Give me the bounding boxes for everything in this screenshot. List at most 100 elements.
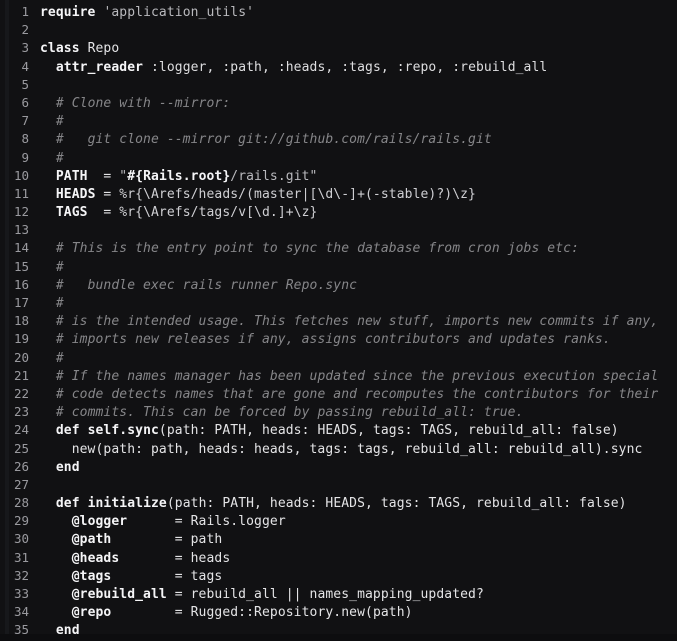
line-number: 15 xyxy=(13,258,29,274)
code-token-comment: # xyxy=(55,114,64,130)
code-token-plain: = Rugged::Repository.new(path) xyxy=(111,605,413,621)
line-number: 20 xyxy=(13,349,29,365)
code-line[interactable]: 32 @tags = tags xyxy=(0,567,677,585)
code-token-plain: Repo xyxy=(79,41,120,57)
code-line[interactable]: 5 xyxy=(0,76,677,94)
line-content: def initialize(path: PATH, heads: HEADS,… xyxy=(40,495,677,513)
line-number: 9 xyxy=(21,149,29,165)
code-token-comment: # code detects names that are gone and r… xyxy=(55,386,659,402)
line-content: # xyxy=(40,150,677,168)
code-line[interactable]: 23 # commits. This can be forced by pass… xyxy=(0,403,677,421)
code-line[interactable]: 24 def self.sync(path: PATH, heads: HEAD… xyxy=(0,421,677,439)
code-token-ivar: @tags xyxy=(71,568,112,584)
line-number: 32 xyxy=(13,567,29,583)
line-number: 33 xyxy=(13,586,29,601)
line-content: end xyxy=(40,459,677,477)
line-number: 34 xyxy=(13,604,29,620)
code-line[interactable]: 19 # imports new releases if any, assign… xyxy=(0,330,677,348)
code-line[interactable]: 25 new(path: path, heads: heads, tags: t… xyxy=(0,440,677,458)
code-token-comment: # This is the entry point to sync the da… xyxy=(55,241,580,257)
code-line[interactable]: 30 @path = path xyxy=(0,530,677,548)
line-number: 12 xyxy=(13,204,29,220)
code-token-comment: # git clone --mirror git://github.com/ra… xyxy=(55,132,492,148)
code-token-kw: def xyxy=(55,423,80,439)
code-line[interactable]: 4 attr_reader :logger, :path, :heads, :t… xyxy=(0,58,677,76)
code-line[interactable]: 17 # xyxy=(0,294,677,312)
line-number: 30 xyxy=(13,531,29,547)
code-token-kw: class xyxy=(40,41,80,57)
code-token-str: 'application_utils' xyxy=(103,5,255,20)
code-line[interactable]: 22 # code detects names that are gone an… xyxy=(0,385,677,403)
line-number: 18 xyxy=(13,313,29,329)
code-line[interactable]: 26 end xyxy=(0,458,677,476)
line-content: PATH = "#{Rails.root}/rails.git" xyxy=(40,168,677,186)
line-number: 27 xyxy=(13,476,29,492)
code-line[interactable]: 21 # If the names manager has been updat… xyxy=(0,367,677,385)
code-line[interactable]: 3 class Repo xyxy=(0,39,677,57)
code-line[interactable]: 12 TAGS = %r{\Arefs/tags/v[\d.]+\z} xyxy=(0,203,677,221)
code-token-kw: initialize xyxy=(87,496,167,512)
code-line[interactable]: 18 # is the intended usage. This fetches… xyxy=(0,312,677,330)
line-content: # Clone with --mirror: xyxy=(40,95,677,113)
line-content: # commits. This can be forced by passing… xyxy=(40,404,677,422)
code-line[interactable]: 13 xyxy=(0,221,677,239)
code-token-kw: end xyxy=(55,459,80,475)
code-line[interactable]: 2 xyxy=(0,21,677,39)
code-line[interactable]: 9 # xyxy=(0,149,677,167)
code-token-kw: HEADS xyxy=(55,186,96,202)
code-line[interactable]: 28 def initialize(path: PATH, heads: HEA… xyxy=(0,494,677,512)
code-line[interactable]: 7 # xyxy=(0,112,677,130)
code-token-plain: = rebuild_all || names_mapping_updated? xyxy=(166,587,484,602)
code-token-plain: = tags xyxy=(111,568,223,584)
code-line[interactable]: 14 # This is the entry point to sync the… xyxy=(0,239,677,257)
line-number: 25 xyxy=(13,440,29,456)
code-line[interactable]: 8 # git clone --mirror git://github.com/… xyxy=(0,130,677,148)
code-line[interactable]: 31 @heads = heads xyxy=(0,549,677,567)
code-line[interactable]: 1 require 'application_utils' xyxy=(0,3,677,21)
code-token-kw: attr_reader xyxy=(55,59,144,75)
code-line[interactable]: 27 xyxy=(0,476,677,494)
line-content: # git clone --mirror git://github.com/ra… xyxy=(40,131,677,149)
code-line[interactable]: 29 @logger = Rails.logger xyxy=(0,512,677,530)
line-number: 16 xyxy=(13,276,29,292)
code-line[interactable]: 10 PATH = "#{Rails.root}/rails.git" xyxy=(0,167,677,185)
code-viewer[interactable]: 1 require 'application_utils' 2 3 class Rep… xyxy=(0,0,677,638)
code-line[interactable]: 11 HEADS = %r{\Arefs/heads/(master|[\d\-… xyxy=(0,185,677,203)
code-line[interactable]: 16 # bundle exec rails runner Repo.sync xyxy=(0,276,677,294)
line-number: 8 xyxy=(21,131,29,147)
code-token-ivar: @heads xyxy=(71,550,120,566)
code-line[interactable]: 35 end xyxy=(0,621,677,639)
line-number: 13 xyxy=(13,222,29,238)
line-number: 17 xyxy=(13,295,29,310)
code-token-comment: # If the names manager has been updated … xyxy=(55,368,659,384)
code-line[interactable]: 34 @repo = Rugged::Repository.new(path) xyxy=(0,603,677,621)
code-line[interactable]: 20 # xyxy=(0,349,677,367)
code-token-comment: # commits. This can be forced by passing… xyxy=(55,405,524,421)
code-token-comment: # xyxy=(55,296,64,311)
code-token-ivar: @repo xyxy=(71,605,112,621)
line-content: @repo = Rugged::Repository.new(path) xyxy=(40,604,677,622)
line-content xyxy=(40,222,677,240)
code-token-plain: = heads xyxy=(119,550,231,566)
code-token-plain: = xyxy=(95,186,120,202)
code-line[interactable]: 15 # xyxy=(0,258,677,276)
line-content: # code detects names that are gone and r… xyxy=(40,386,677,404)
line-content: class Repo xyxy=(40,40,677,58)
line-number: 23 xyxy=(13,404,29,420)
line-number: 26 xyxy=(13,458,29,474)
code-line[interactable]: 33 @rebuild_all = rebuild_all || names_m… xyxy=(0,585,677,603)
code-line[interactable]: 6 # Clone with --mirror: xyxy=(0,94,677,112)
line-number: 1 xyxy=(21,4,29,19)
